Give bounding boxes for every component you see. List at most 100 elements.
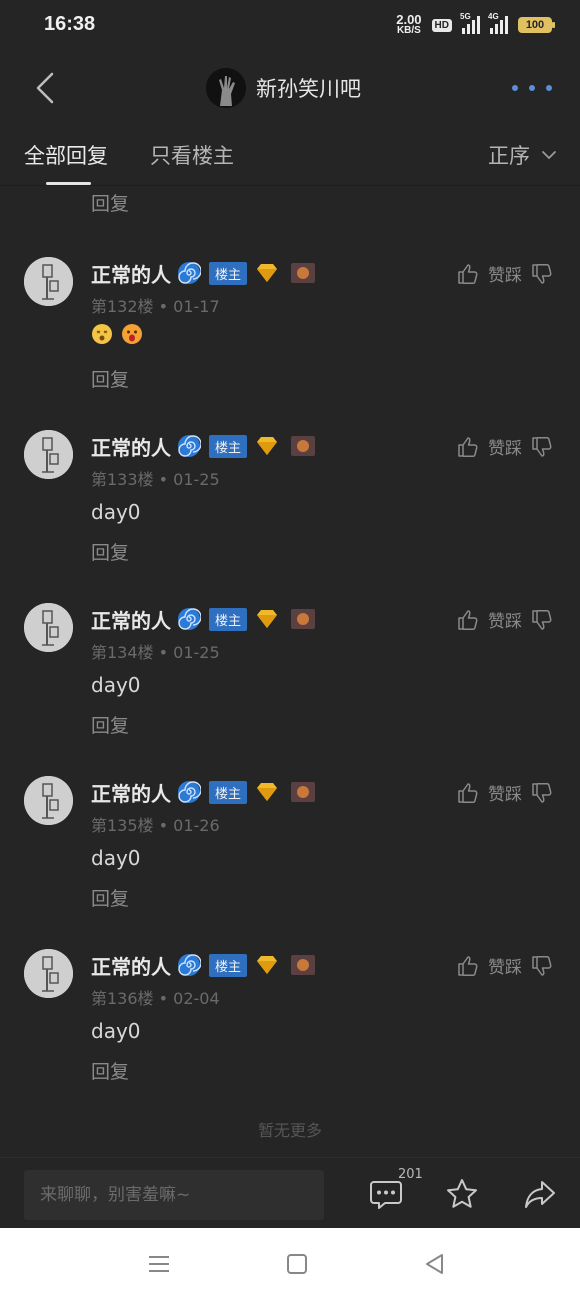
- share-icon: [525, 1181, 555, 1208]
- username[interactable]: 正常的人: [91, 259, 171, 288]
- reply-link[interactable]: 回复: [91, 365, 129, 392]
- reply-tabs: 全部回复 只看楼主 正序: [0, 124, 580, 186]
- owner-badge: 楼主: [209, 434, 248, 458]
- reply-link[interactable]: 回复: [91, 884, 129, 911]
- vote-label: 赞踩: [488, 958, 522, 978]
- vote-label: 赞踩: [488, 785, 522, 805]
- thumbs-down-icon[interactable]: [530, 435, 554, 459]
- favorite-button[interactable]: [444, 1176, 480, 1212]
- avatar[interactable]: [24, 603, 73, 652]
- vote-area: 赞踩: [456, 953, 554, 978]
- avatar[interactable]: [24, 257, 73, 306]
- battery-icon: 100: [518, 17, 555, 33]
- user-line: 正常的人 楼主: [91, 951, 316, 980]
- reply-link[interactable]: 回复: [91, 189, 129, 216]
- thumbs-up-icon[interactable]: [456, 608, 480, 632]
- username[interactable]: 正常的人: [91, 778, 171, 807]
- network-speed: 2.00 KB/S: [396, 13, 421, 36]
- level-icon: [291, 263, 316, 283]
- user-line: 正常的人 楼主: [91, 432, 316, 461]
- level-icon: [291, 782, 316, 802]
- system-navigation-bar: [0, 1228, 580, 1299]
- floor-date: 第133楼 • 01-25: [91, 470, 220, 489]
- reply-post: 正常的人 楼主 第133楼 • 01-25 day0 回复 赞踩: [0, 420, 580, 590]
- gem-icon: [257, 264, 278, 282]
- floor-date: 第136楼 • 02-04: [91, 989, 220, 1008]
- signal-5g-icon: 5G: [460, 12, 480, 34]
- post-content: day0: [91, 673, 141, 697]
- vote-label: 赞踩: [488, 612, 522, 632]
- home-button[interactable]: [283, 1250, 311, 1278]
- spiral-icon: [178, 608, 201, 630]
- username[interactable]: 正常的人: [91, 605, 171, 634]
- thumbs-down-icon[interactable]: [530, 608, 554, 632]
- thumbs-up-icon[interactable]: [456, 781, 480, 805]
- signal-4g-label: 4G: [488, 12, 499, 21]
- nav-bar: 新孙笑川吧: [0, 52, 580, 124]
- reply-post: 正常的人 楼主 第132楼 • 01-17 回复 赞踩: [0, 247, 580, 417]
- replies-list[interactable]: 回复 正常的人 楼主 第132楼 • 01-17 回复 赞踩 正常的人 楼主 第…: [0, 187, 580, 1157]
- vote-area: 赞踩: [456, 261, 554, 286]
- username[interactable]: 正常的人: [91, 951, 171, 980]
- tab-indicator: [46, 182, 91, 185]
- tab-all-replies[interactable]: 全部回复: [24, 140, 108, 170]
- avatar[interactable]: [24, 949, 73, 998]
- owner-badge: 楼主: [209, 780, 248, 804]
- vote-area: 赞踩: [456, 780, 554, 805]
- avatar-image: [24, 603, 73, 652]
- vote-area: 赞踩: [456, 607, 554, 632]
- forum-avatar: [206, 68, 246, 108]
- back-button[interactable]: [26, 66, 70, 110]
- thumbs-up-icon[interactable]: [456, 435, 480, 459]
- sort-dropdown[interactable]: 正序: [488, 140, 558, 170]
- share-button[interactable]: [522, 1176, 558, 1212]
- post-content: day0: [91, 500, 141, 524]
- back-triangle-icon: [426, 1254, 443, 1274]
- back-arrow-icon: [36, 72, 54, 104]
- user-line: 正常的人 楼主: [91, 778, 316, 807]
- system-back-button[interactable]: [421, 1250, 449, 1278]
- bottom-action-bar: 201: [0, 1157, 580, 1228]
- thumbs-up-icon[interactable]: [456, 954, 480, 978]
- vote-label: 赞踩: [488, 266, 522, 286]
- reply-post: 正常的人 楼主 第134楼 • 01-25 day0 回复 赞踩: [0, 593, 580, 763]
- chevron-down-icon: [542, 151, 556, 159]
- level-icon: [291, 955, 316, 975]
- reply-post: 正常的人 楼主 第135楼 • 01-26 day0 回复 赞踩: [0, 766, 580, 936]
- avatar-image: [24, 949, 73, 998]
- thumbs-down-icon[interactable]: [530, 954, 554, 978]
- emoji-content: [91, 323, 143, 345]
- owner-badge: 楼主: [209, 607, 248, 631]
- comment-count: 201: [398, 1167, 423, 1182]
- spiral-icon: [178, 781, 201, 803]
- level-icon: [291, 609, 316, 629]
- avatar[interactable]: [24, 776, 73, 825]
- reply-link[interactable]: 回复: [91, 711, 129, 738]
- more-options-button[interactable]: [512, 78, 552, 98]
- reply-link[interactable]: 回复: [91, 1057, 129, 1084]
- avatar-image: [24, 430, 73, 479]
- avatar[interactable]: [24, 430, 73, 479]
- tab-owner-only[interactable]: 只看楼主: [150, 140, 234, 170]
- vote-area: 赞踩: [456, 434, 554, 459]
- reply-post: 正常的人 楼主 第136楼 • 02-04 day0 回复 赞踩: [0, 939, 580, 1109]
- owner-badge: 楼主: [209, 261, 248, 285]
- status-icons: 2.00 KB/S HD 5G 4G 100: [396, 12, 555, 36]
- owner-badge: 楼主: [209, 953, 248, 977]
- gem-icon: [257, 437, 278, 455]
- username[interactable]: 正常的人: [91, 432, 171, 461]
- surprised-face-emoji: [122, 324, 142, 344]
- avatar-image: [24, 257, 73, 306]
- floor-date: 第134楼 • 01-25: [91, 643, 220, 662]
- thumbs-down-icon[interactable]: [530, 262, 554, 286]
- thumbs-down-icon[interactable]: [530, 781, 554, 805]
- vote-label: 赞踩: [488, 439, 522, 459]
- recent-apps-button[interactable]: [145, 1250, 173, 1278]
- spiral-icon: [178, 954, 201, 976]
- forum-title[interactable]: 新孙笑川吧: [206, 68, 361, 108]
- status-time: 16:38: [44, 13, 96, 35]
- spiral-icon: [178, 262, 201, 284]
- comment-input[interactable]: [24, 1170, 324, 1220]
- thumbs-up-icon[interactable]: [456, 262, 480, 286]
- reply-link[interactable]: 回复: [91, 538, 129, 565]
